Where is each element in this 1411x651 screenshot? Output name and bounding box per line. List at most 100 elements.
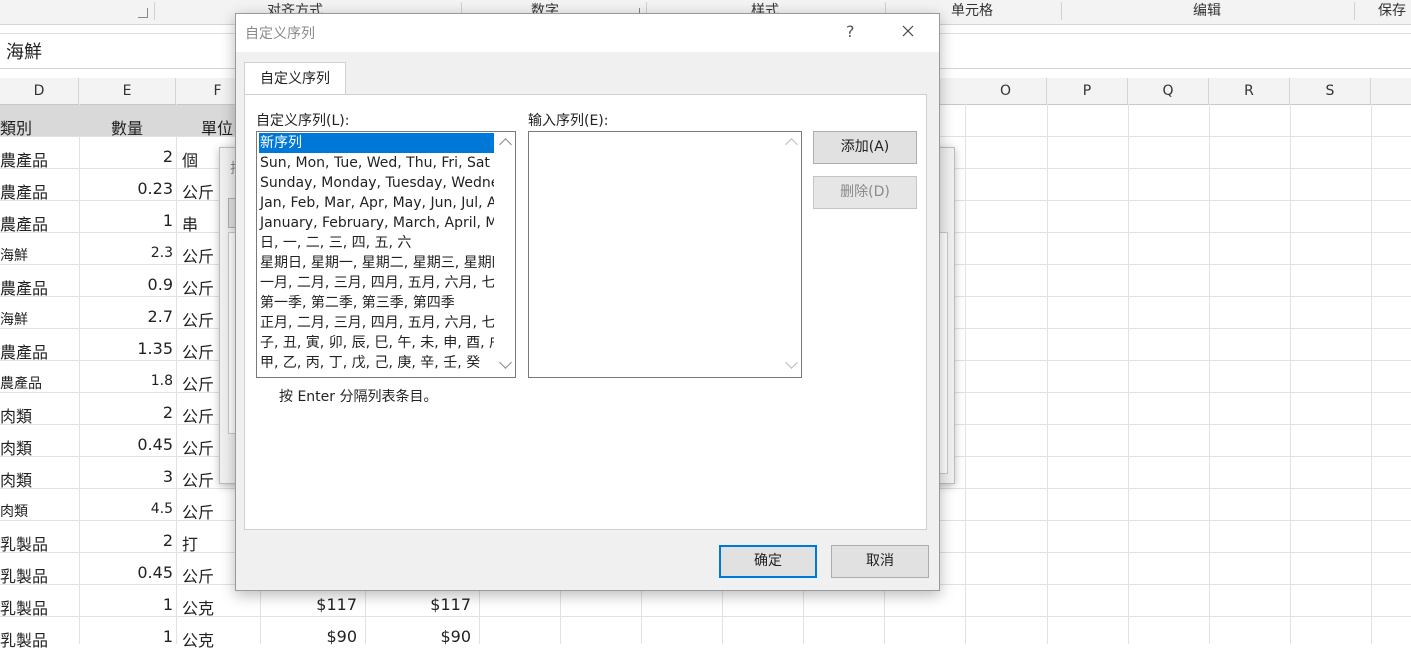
scroll-up-icon[interactable] xyxy=(499,138,512,151)
cell-category[interactable]: 乳製品 xyxy=(0,595,48,619)
list-item[interactable]: Sunday, Monday, Tuesday, Wednesday, Thur… xyxy=(259,173,494,193)
cancel-button[interactable]: 取消 xyxy=(831,545,929,578)
cell-price[interactable]: $90 xyxy=(260,627,357,646)
cell-quantity[interactable]: 2 xyxy=(79,531,173,550)
header-category[interactable]: 類別 xyxy=(0,115,32,139)
cell-quantity[interactable]: 2 xyxy=(79,403,173,422)
cell-unit[interactable]: 個 xyxy=(182,147,198,171)
cell-total[interactable]: $117 xyxy=(365,595,471,614)
cell-category[interactable]: 肉類 xyxy=(0,501,28,521)
list-item[interactable]: 星期日, 星期一, 星期二, 星期三, 星期四, 星期五, 星期六 xyxy=(259,253,494,273)
cell-unit[interactable]: 公斤 xyxy=(182,371,214,395)
column-header-q[interactable]: Q xyxy=(1128,78,1209,104)
cell-quantity[interactable]: 1 xyxy=(79,211,173,230)
list-item[interactable]: January, February, March, April, May, Ju… xyxy=(259,213,494,233)
cell-category[interactable]: 農產品 xyxy=(0,211,48,235)
cell-unit[interactable]: 公斤 xyxy=(182,467,214,491)
scroll-up-icon[interactable] xyxy=(785,138,798,151)
formula-bar-value: 海鮮 xyxy=(6,42,42,63)
cell-quantity[interactable]: 0.45 xyxy=(79,435,173,454)
cell-unit[interactable]: 公斤 xyxy=(182,403,214,427)
list-item[interactable]: 日, 一, 二, 三, 四, 五, 六 xyxy=(259,233,494,253)
list-scrollbar[interactable] xyxy=(497,132,515,377)
list-item[interactable]: 甲, 乙, 丙, 丁, 戊, 己, 庚, 辛, 壬, 癸 xyxy=(259,353,494,373)
cell-unit[interactable]: 公斤 xyxy=(182,339,214,363)
cell-unit[interactable]: 公克 xyxy=(182,595,214,619)
cell-total[interactable]: $90 xyxy=(365,627,471,646)
cell-quantity[interactable]: 2 xyxy=(79,147,173,166)
cell-category[interactable]: 肉類 xyxy=(0,467,32,491)
list-item-new-list[interactable]: 新序列 xyxy=(259,133,494,153)
group-launcher-icon[interactable] xyxy=(138,8,148,18)
ribbon-group-save: 保存 xyxy=(1378,3,1406,19)
cell-category[interactable]: 海鮮 xyxy=(0,309,28,329)
cell-price[interactable]: $117 xyxy=(260,595,357,614)
list-entries-label: 输入序列(E): xyxy=(528,113,609,129)
cell-quantity[interactable]: 2.3 xyxy=(79,245,173,261)
custom-lists-listbox[interactable]: 新序列 Sun, Mon, Tue, Wed, Thu, Fri, Sat Su… xyxy=(256,131,516,378)
cell-unit[interactable]: 串 xyxy=(182,211,198,235)
list-item[interactable]: Jan, Feb, Mar, Apr, May, Jun, Jul, Aug, … xyxy=(259,193,494,213)
list-item[interactable]: 第一季, 第二季, 第三季, 第四季 xyxy=(259,293,494,313)
ribbon-group-cells: 单元格 xyxy=(951,3,993,19)
header-quantity[interactable]: 數量 xyxy=(111,115,143,139)
ok-button[interactable]: 确定 xyxy=(719,545,817,578)
cell-category[interactable]: 海鮮 xyxy=(0,245,28,265)
cell-category[interactable]: 農產品 xyxy=(0,147,48,171)
scroll-down-icon[interactable] xyxy=(499,356,512,369)
cell-category[interactable]: 肉類 xyxy=(0,435,32,459)
cell-category[interactable]: 農產品 xyxy=(0,373,42,393)
separator-hint: 按 Enter 分隔列表条目。 xyxy=(279,389,438,405)
list-item[interactable]: 正月, 二月, 三月, 四月, 五月, 六月, 七月, 八月, 九月, 十月, … xyxy=(259,313,494,333)
column-header-o[interactable]: O xyxy=(965,78,1047,104)
list-entries-input[interactable] xyxy=(528,131,802,378)
cell-unit[interactable]: 公斤 xyxy=(182,435,214,459)
column-header-d[interactable]: D xyxy=(0,78,79,104)
column-header-t[interactable]: T xyxy=(1371,78,1411,104)
cell-quantity[interactable]: 1 xyxy=(79,595,173,614)
cell-quantity[interactable]: 1.35 xyxy=(79,339,173,358)
cell-unit[interactable]: 公斤 xyxy=(182,243,214,267)
cell-quantity[interactable]: 2.7 xyxy=(79,307,173,326)
custom-lists-dialog: 自定义序列 ? 自定义序列 自定义序列(L): 输入序列(E): 新序列 Sun… xyxy=(235,13,940,591)
column-header-s[interactable]: S xyxy=(1290,78,1371,104)
cell-unit[interactable]: 公克 xyxy=(182,627,214,651)
scroll-down-icon[interactable] xyxy=(785,356,798,369)
column-header-p[interactable]: P xyxy=(1047,78,1128,104)
cell-unit[interactable]: 公斤 xyxy=(182,179,214,203)
cell-quantity[interactable]: 0.9 xyxy=(79,275,173,294)
header-unit[interactable]: 單位 xyxy=(201,115,233,139)
delete-button[interactable]: 删除(D) xyxy=(813,176,917,209)
dialog-title: 自定义序列 xyxy=(245,26,315,42)
cell-quantity[interactable]: 1.8 xyxy=(79,373,173,389)
cell-unit[interactable]: 打 xyxy=(182,531,198,555)
help-icon[interactable]: ? xyxy=(846,22,855,41)
cell-unit[interactable]: 公斤 xyxy=(182,275,214,299)
entries-scrollbar[interactable] xyxy=(783,132,801,377)
cell-quantity[interactable]: 0.23 xyxy=(79,179,173,198)
cell-unit[interactable]: 公斤 xyxy=(182,307,214,331)
list-item[interactable]: 一月, 二月, 三月, 四月, 五月, 六月, 七月, 八月, 九月, 十月, … xyxy=(259,273,494,293)
list-item[interactable]: Sun, Mon, Tue, Wed, Thu, Fri, Sat xyxy=(259,153,494,173)
cell-category[interactable]: 乳製品 xyxy=(0,563,48,587)
column-header-r[interactable]: R xyxy=(1209,78,1290,104)
cell-unit[interactable]: 公斤 xyxy=(182,499,214,523)
cell-category[interactable]: 乳製品 xyxy=(0,627,48,651)
cell-category[interactable]: 農產品 xyxy=(0,275,48,299)
cell-quantity[interactable]: 0.45 xyxy=(79,563,173,582)
cell-category[interactable]: 農產品 xyxy=(0,179,48,203)
dialog-titlebar[interactable]: 自定义序列 ? xyxy=(236,14,939,52)
cell-quantity[interactable]: 4.5 xyxy=(79,501,173,517)
custom-lists-label: 自定义序列(L): xyxy=(256,113,350,129)
cell-category[interactable]: 乳製品 xyxy=(0,531,48,555)
cell-quantity[interactable]: 1 xyxy=(79,627,173,646)
tab-custom-lists[interactable]: 自定义序列 xyxy=(244,62,346,96)
cell-unit[interactable]: 公斤 xyxy=(182,563,214,587)
list-item[interactable]: 子, 丑, 寅, 卯, 辰, 巳, 午, 未, 申, 酉, 戌, 亥 xyxy=(259,333,494,353)
cell-category[interactable]: 肉類 xyxy=(0,403,32,427)
column-header-e[interactable]: E xyxy=(79,78,176,104)
cell-category[interactable]: 農產品 xyxy=(0,339,48,363)
cell-quantity[interactable]: 3 xyxy=(79,467,173,486)
add-button[interactable]: 添加(A) xyxy=(813,131,917,164)
close-icon[interactable] xyxy=(898,21,918,41)
